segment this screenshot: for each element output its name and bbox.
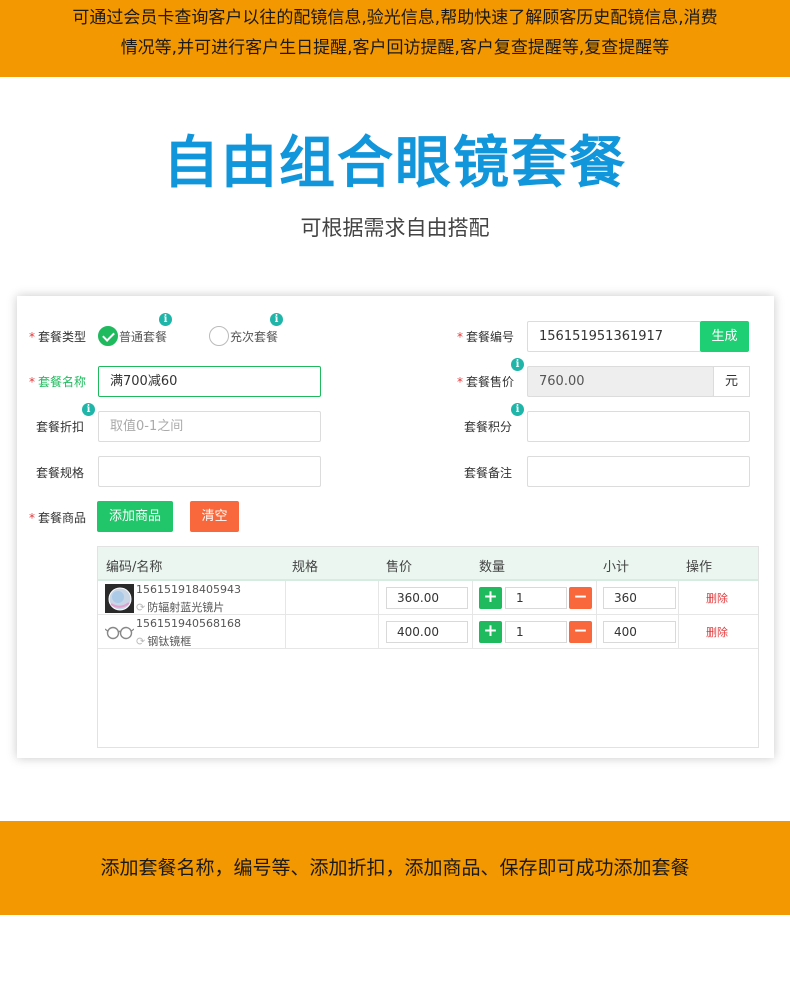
remark-label: 套餐备注 [464, 466, 513, 480]
clear-button[interactable]: 清空 [190, 501, 239, 532]
header-subtotal: 小计 [603, 560, 630, 575]
price-label: * 套餐售价 [457, 375, 515, 389]
table-header: 编码/名称 规格 售价 数量 小计 操作 [98, 547, 758, 581]
header-spec: 规格 [292, 560, 319, 575]
name-input[interactable]: 满700减60 [98, 366, 321, 397]
header-action: 操作 [686, 560, 713, 575]
price-unit: 元 [713, 366, 750, 397]
goods-table: 编码/名称 规格 售价 数量 小计 操作 156151918405943 ⟳ 防辐… [97, 546, 759, 748]
plus-icon[interactable]: + [479, 587, 502, 609]
info-icon[interactable]: i [82, 403, 95, 416]
minus-icon[interactable]: − [569, 587, 592, 609]
add-goods-button[interactable]: 添加商品 [97, 501, 173, 532]
row-subtotal: 360 [603, 587, 676, 609]
row-name: ⟳ 防辐射蓝光镜片 [136, 599, 224, 615]
type-label-text: 套餐类型 [38, 330, 87, 344]
top-banner-line-1: 可通过会员卡查询客户以往的配镜信息,验光信息,帮助快速了解顾客历史配镜信息,消费 [72, 8, 718, 28]
delete-link[interactable]: 删除 [706, 624, 728, 640]
radio-checked-icon [98, 326, 118, 346]
top-banner: 可通过会员卡查询客户以往的配镜信息,验光信息,帮助快速了解顾客历史配镜信息,消费… [0, 0, 790, 77]
code-input[interactable]: 156151951361917 [527, 321, 701, 352]
header-qty: 数量 [479, 560, 506, 575]
code-label-text: 套餐编号 [466, 330, 515, 344]
radio-normal-package[interactable]: 普通套餐 [98, 326, 167, 346]
name-label: * 套餐名称 [29, 375, 87, 389]
refresh-icon[interactable]: ⟳ [136, 601, 145, 614]
radio-normal-label: 普通套餐 [119, 329, 168, 344]
plus-icon[interactable]: + [479, 621, 502, 643]
row-price-input[interactable]: 400.00 [386, 621, 468, 643]
points-input[interactable] [527, 411, 750, 442]
delete-link[interactable]: 删除 [706, 590, 728, 606]
glasses-frame-icon [105, 626, 134, 640]
discount-placeholder: 取值0-1之间 [110, 419, 184, 434]
discount-input[interactable]: 取值0-1之间 [98, 411, 321, 442]
info-icon[interactable]: i [270, 313, 283, 326]
goods-label-text: 套餐商品 [38, 511, 87, 525]
type-label: * 套餐类型 [29, 330, 87, 344]
radio-recharge-package[interactable]: 充次套餐 [209, 326, 278, 346]
package-form-panel: * 套餐类型 i i 普通套餐 充次套餐 * 套餐编号 15615195136191… [17, 296, 774, 758]
radio-recharge-label: 充次套餐 [230, 329, 279, 344]
code-label: * 套餐编号 [457, 330, 515, 344]
info-icon[interactable]: i [159, 313, 172, 326]
spec-input[interactable] [98, 456, 321, 487]
header-code-name: 编码/名称 [106, 560, 163, 575]
page-title: 自由组合眼镜套餐 [163, 131, 627, 196]
minus-icon[interactable]: − [569, 621, 592, 643]
row-subtotal: 400 [603, 621, 676, 643]
price-label-text: 套餐售价 [466, 375, 515, 389]
row-name-text: 防辐射蓝光镜片 [147, 601, 225, 614]
top-banner-line-2: 情况等,并可进行客户生日提醒,客户回访提醒,客户复查提醒等,复查提醒等 [120, 38, 670, 58]
discount-label: 套餐折扣 [36, 420, 85, 434]
row-price-input[interactable]: 360.00 [386, 587, 468, 609]
info-icon[interactable]: i [511, 403, 524, 416]
generate-button[interactable]: 生成 [700, 321, 749, 352]
info-icon[interactable]: i [511, 358, 524, 371]
bottom-banner: 添加套餐名称，编号等、添加折扣，添加商品、保存即可成功添加套餐 [0, 821, 790, 915]
page-subtitle: 可根据需求自由搭配 [300, 216, 490, 240]
price-input[interactable]: 760.00 [527, 366, 714, 397]
row-name: ⟳ 钢钛镜框 [136, 633, 191, 649]
row-qty-input[interactable]: 1 [505, 621, 567, 643]
lens-icon [105, 584, 134, 613]
goods-label: * 套餐商品 [29, 511, 87, 525]
remark-input[interactable] [527, 456, 750, 487]
row-code: 156151940568168 [136, 617, 241, 630]
points-label: 套餐积分 [464, 420, 513, 434]
row-code: 156151918405943 [136, 583, 241, 596]
spec-label: 套餐规格 [36, 466, 85, 480]
radio-unchecked-icon [209, 326, 229, 346]
table-row: 156151940568168 ⟳ 钢钛镜框 400.00 + 1 − 400 删… [98, 615, 758, 649]
header-price: 售价 [386, 560, 413, 575]
row-qty-input[interactable]: 1 [505, 587, 567, 609]
refresh-icon[interactable]: ⟳ [136, 635, 145, 648]
name-label-text: 套餐名称 [38, 375, 87, 389]
row-name-text: 钢钛镜框 [147, 635, 192, 648]
table-row: 156151918405943 ⟳ 防辐射蓝光镜片 360.00 + 1 − 36… [98, 581, 758, 615]
